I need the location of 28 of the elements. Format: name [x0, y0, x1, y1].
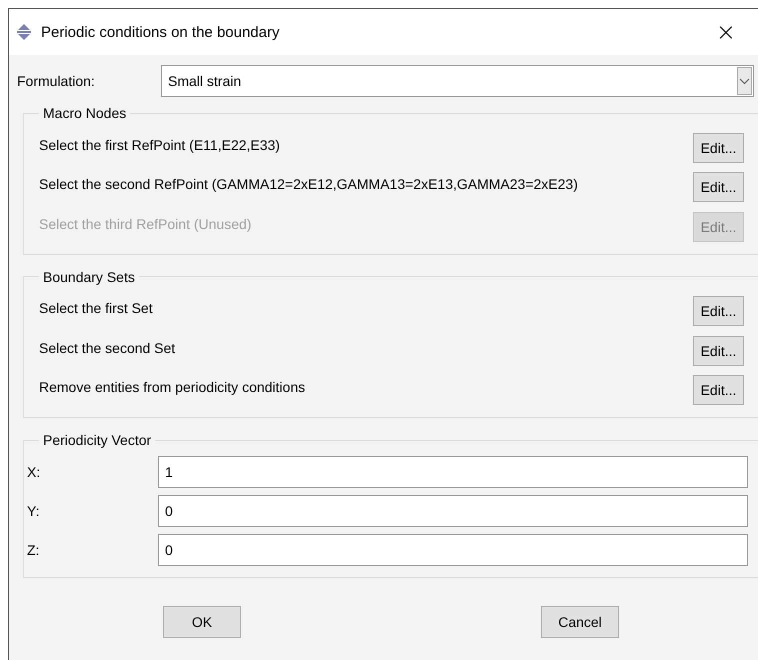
row-label: Select the second Set [39, 340, 176, 356]
edit-button[interactable]: Edit... [693, 172, 744, 202]
caret-icon [737, 67, 752, 95]
input-field[interactable]: 1 [158, 456, 748, 488]
field-label: X: [27, 464, 42, 480]
input-field[interactable]: 0 [158, 534, 748, 566]
ok-button[interactable]: OK [163, 606, 241, 638]
edit-button[interactable]: Edit... [693, 296, 744, 326]
edit-button[interactable]: Edit... [693, 375, 744, 406]
row-label: Select the third RefPoint (Unused) [39, 216, 252, 232]
group-title: Periodicity Vector [42, 432, 152, 448]
input-field[interactable]: 0 [158, 494, 748, 526]
cancel-button[interactable]: Cancel [541, 606, 619, 638]
row-label: Select the first Set [39, 300, 154, 316]
group-title: Boundary Sets [42, 268, 136, 284]
close-button[interactable]: × [716, 20, 736, 44]
edit-button[interactable]: Edit... [693, 336, 744, 366]
window-title: Periodic conditions on the boundary [41, 24, 280, 40]
row-label: Select the second RefPoint (GAMMA12=2xE12,GAMMA13=2xE13,GAMMA23=2xE23) [39, 176, 579, 192]
group-title: Macro Nodes [42, 105, 128, 121]
field-label: Y: [27, 502, 40, 518]
row-label: Remove entities from periodicity conditions [39, 379, 306, 396]
row-label: Select the first RefPoint (E11,E22,E33) [39, 136, 281, 153]
formulation-dropdown[interactable]: Small strain [161, 65, 754, 97]
formulation-label: Formulation: [17, 73, 96, 89]
field-label: Z: [27, 542, 40, 558]
app-icon [15, 23, 33, 41]
edit-button[interactable]: Edit... [693, 132, 744, 163]
